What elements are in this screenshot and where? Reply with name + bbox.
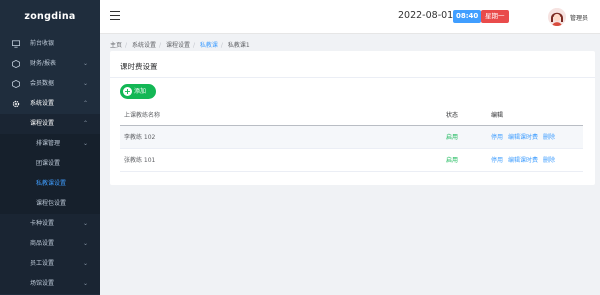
chevron-down-icon: ⌄ <box>82 280 88 287</box>
current-date: 2022-08-01 <box>398 10 454 21</box>
sidebar: zongdina 前台收银 财务/报表 ⌄ 会员数据 ⌄ 系统设置 ⌃ 课程设置… <box>0 0 100 295</box>
disable-link[interactable]: 停用 <box>491 134 503 141</box>
row-actions: 停用 编辑课时费 删除 <box>491 126 560 149</box>
coach-fee-table: 上课教练名称 状态 编辑 李教练 102 启用 停用 编辑课时费 删除 张教练 10… <box>120 106 583 172</box>
chevron-up-icon: ⌃ <box>82 100 88 107</box>
edit-fee-link[interactable]: 编辑课时费 <box>508 134 538 141</box>
weekday-badge: 星期一 <box>481 10 509 23</box>
coach-name: 张教练 101 <box>124 157 156 164</box>
disable-link[interactable]: 停用 <box>491 157 503 164</box>
breadcrumb-item[interactable]: 私教课 <box>200 42 218 49</box>
row-actions: 停用 编辑课时费 删除 <box>491 149 560 172</box>
column-header-edit: 编辑 <box>491 112 504 119</box>
chevron-down-icon: ⌄ <box>82 220 88 227</box>
chevron-down-icon: ⌄ <box>82 240 88 247</box>
chevron-down-icon: ⌄ <box>82 140 88 147</box>
sidebar-item-label: 私教课设置 <box>36 180 67 187</box>
sidebar-item-schedule[interactable]: 排课管理 ⌄ <box>0 134 100 154</box>
table-row: 李教练 102 启用 停用 编辑课时费 删除 <box>120 126 583 149</box>
sidebar-item-course-package[interactable]: 课程包设置 <box>0 194 100 214</box>
sidebar-item-cashier[interactable]: 前台收银 <box>0 34 100 54</box>
submenu-system: 课程设置 ⌃ 排课管理 ⌄ 团课设置 私教课设置 课程包设置 卡种设置 ⌄ 商品… <box>0 114 100 294</box>
sidebar-item-goods[interactable]: 商品设置 ⌄ <box>0 234 100 254</box>
sidebar-item-label: 系统设置 <box>30 100 55 107</box>
cube-icon <box>12 80 20 88</box>
sidebar-item-label: 前台收银 <box>30 40 55 47</box>
sidebar-item-finance[interactable]: 财务/报表 ⌄ <box>0 54 100 74</box>
breadcrumb: 主页 / 系统设置 / 课程设置 / 私教课 / 私教课1 <box>110 42 250 49</box>
chevron-down-icon: ⌄ <box>82 60 88 67</box>
sidebar-item-label: 商品设置 <box>30 240 55 247</box>
sidebar-item-label: 财务/报表 <box>30 60 57 67</box>
chevron-down-icon: ⌄ <box>82 260 88 267</box>
status-badge: 启用 <box>446 134 459 141</box>
column-header-coach: 上课教练名称 <box>124 112 161 119</box>
chevron-up-icon: ⌃ <box>82 120 88 127</box>
time-badge: 08:40 <box>453 10 482 23</box>
sidebar-item-course[interactable]: 课程设置 ⌃ <box>0 114 100 134</box>
sidebar-item-label: 排课管理 <box>36 140 61 147</box>
table-row: 张教练 101 启用 停用 编辑课时费 删除 <box>120 149 583 172</box>
sidebar-item-private-class[interactable]: 私教课设置 <box>0 174 100 194</box>
plus-icon: + <box>123 87 132 96</box>
hamburger-menu-icon[interactable] <box>110 11 120 21</box>
sidebar-item-label: 场馆设置 <box>30 280 55 287</box>
sidebar-item-label: 员工设置 <box>30 260 55 267</box>
cube-icon <box>12 60 20 68</box>
avatar[interactable] <box>548 8 566 26</box>
add-button[interactable]: + 添加 <box>120 84 156 99</box>
sidebar-item-group-class[interactable]: 团课设置 <box>0 154 100 174</box>
sidebar-item-label: 课程设置 <box>30 120 55 127</box>
table-header: 上课教练名称 状态 编辑 <box>120 106 583 126</box>
sidebar-item-members[interactable]: 会员数据 ⌄ <box>0 74 100 94</box>
sidebar-item-label: 会员数据 <box>30 80 55 87</box>
sidebar-item-card-type[interactable]: 卡种设置 ⌄ <box>0 214 100 234</box>
breadcrumb-item-current: 私教课1 <box>227 42 250 49</box>
gear-icon <box>12 100 20 108</box>
delete-link[interactable]: 删除 <box>543 157 555 164</box>
fee-settings-card: 课时费设置 + 添加 上课教练名称 状态 编辑 李教练 102 启用 停用 编辑课… <box>110 51 595 185</box>
sidebar-item-label: 课程包设置 <box>36 200 67 207</box>
delete-link[interactable]: 删除 <box>543 134 555 141</box>
top-header: 2022-08-01 08:40 星期一 管理员 <box>100 0 600 34</box>
sidebar-item-label: 卡种设置 <box>30 220 55 227</box>
user-avatar-icon <box>548 8 566 26</box>
coach-name: 李教练 102 <box>124 134 156 141</box>
column-header-status: 状态 <box>446 112 459 119</box>
sidebar-item-staff[interactable]: 员工设置 ⌄ <box>0 254 100 274</box>
divider <box>110 77 595 78</box>
sidebar-item-venue[interactable]: 场馆设置 ⌄ <box>0 274 100 294</box>
add-button-label: 添加 <box>134 88 147 95</box>
breadcrumb-item[interactable]: 系统设置 <box>132 42 156 49</box>
breadcrumb-item[interactable]: 主页 <box>110 42 122 49</box>
sidebar-item-system[interactable]: 系统设置 ⌃ <box>0 94 100 114</box>
status-badge: 启用 <box>446 157 459 164</box>
breadcrumb-item[interactable]: 课程设置 <box>166 42 190 49</box>
edit-fee-link[interactable]: 编辑课时费 <box>508 157 538 164</box>
monitor-icon <box>12 40 20 48</box>
brand-logo: zongdina <box>24 11 76 22</box>
user-name[interactable]: 管理员 <box>570 13 588 22</box>
page-title: 课时费设置 <box>120 62 158 71</box>
sidebar-item-label: 团课设置 <box>36 160 61 167</box>
chevron-down-icon: ⌄ <box>82 80 88 87</box>
